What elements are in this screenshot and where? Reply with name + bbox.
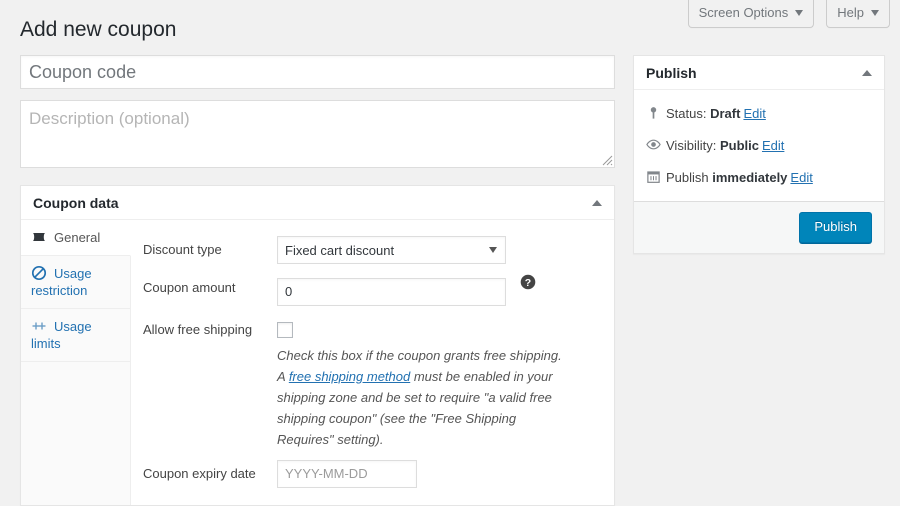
discount-type-select-wrap: Percentage discountFixed cart discountFi…: [277, 236, 506, 264]
allow-free-shipping-control: Check this box if the coupon grants free…: [277, 316, 602, 450]
expiry-date-label: Coupon expiry date: [143, 465, 256, 481]
screen-options-button[interactable]: Screen Options: [687, 0, 815, 28]
chevron-down-icon: [871, 9, 879, 16]
coupon-description-input[interactable]: [20, 100, 615, 168]
eye-icon: [646, 137, 666, 157]
panel-collapse-toggle-icon[interactable]: [862, 69, 872, 76]
coupon-amount-input[interactable]: [277, 277, 506, 306]
no-entry-icon: [31, 265, 47, 281]
publish-body: Status: Draft Edit Visibility: Public Edit: [634, 90, 884, 201]
discount-type-control: Percentage discountFixed cart discountFi…: [277, 236, 602, 264]
allow-free-shipping-description: Check this box if the coupon grants free…: [277, 345, 567, 450]
tab-general-label: General: [54, 230, 101, 245]
visibility-edit-link[interactable]: Edit: [762, 138, 784, 153]
coupon-data-body: General Usage restriction Usage limits D…: [21, 220, 614, 505]
expiry-date-control: [277, 459, 602, 488]
side-column: Publish Status: Draft Edit Visibility: P…: [633, 55, 885, 254]
help-icon[interactable]: ?: [520, 274, 536, 290]
visibility-label: Visibility:: [666, 138, 717, 153]
allow-free-shipping-checkbox[interactable]: [277, 321, 293, 338]
coupon-data-tabs: General Usage restriction Usage limits: [21, 220, 131, 505]
schedule-edit-link[interactable]: Edit: [790, 170, 812, 185]
coupon-data-title: Coupon data: [33, 194, 119, 211]
description-wrapper: [20, 100, 615, 168]
help-button[interactable]: Help: [826, 0, 890, 28]
screen-options-label: Screen Options: [698, 5, 789, 20]
visibility-value: Public: [719, 138, 759, 153]
discount-type-row: Discount type Percentage discountFixed c…: [131, 231, 614, 269]
visibility-row: Visibility: Public Edit: [646, 131, 872, 163]
schedule-text: Publish immediately Edit: [666, 169, 813, 187]
publish-button[interactable]: Publish: [799, 212, 872, 243]
coupon-code-input[interactable]: [20, 55, 615, 89]
discount-type-label: Discount type: [143, 242, 222, 257]
svg-text:?: ?: [524, 277, 530, 289]
discount-type-select[interactable]: Percentage discountFixed cart discountFi…: [277, 236, 506, 264]
coupon-data-panel: Coupon data General Usage restriction Us…: [20, 185, 615, 506]
schedule-row: Publish immediately Edit: [646, 163, 872, 195]
free-shipping-method-link[interactable]: free shipping method: [289, 369, 410, 384]
tab-usage-restriction[interactable]: Usage restriction: [21, 256, 130, 309]
panel-collapse-toggle-icon[interactable]: [592, 199, 602, 206]
visibility-text: Visibility: Public Edit: [666, 137, 784, 155]
coupon-amount-control: ?: [277, 274, 602, 306]
post-status-icon: [646, 105, 666, 125]
help-label: Help: [837, 5, 864, 20]
schedule-label: Publish: [666, 170, 709, 185]
status-text: Status: Draft Edit: [666, 105, 766, 123]
allow-free-shipping-label: Allow free shipping: [143, 321, 253, 337]
publish-panel: Publish Status: Draft Edit Visibility: P…: [633, 55, 885, 254]
status-edit-link[interactable]: Edit: [743, 106, 765, 121]
status-label: Status:: [666, 106, 707, 121]
expiry-date-input[interactable]: [277, 459, 417, 488]
coupon-amount-label: Coupon amount: [143, 280, 236, 295]
publish-header: Publish: [634, 56, 884, 90]
coupon-amount-row: Coupon amount ?: [131, 269, 614, 311]
status-value: Draft: [710, 106, 741, 121]
screen-meta-links: Screen Options Help: [687, 0, 890, 28]
limits-icon: [31, 318, 47, 334]
status-row: Status: Draft Edit: [646, 99, 872, 131]
chevron-down-icon: [795, 9, 804, 16]
tab-general[interactable]: General: [21, 220, 131, 256]
tab-usage-limits[interactable]: Usage limits: [21, 309, 130, 362]
main-column: Coupon data General: [20, 55, 615, 506]
publish-footer: Publish: [634, 201, 884, 253]
coupon-data-header: Coupon data: [21, 186, 614, 220]
calendar-icon: [646, 169, 666, 189]
schedule-value: immediately: [712, 170, 788, 185]
page-title: Add new coupon: [20, 18, 177, 41]
publish-panel-title: Publish: [646, 64, 697, 81]
allow-free-shipping-row: Allow free shipping Check this box if th…: [131, 311, 614, 455]
expiry-date-row: Coupon expiry date: [131, 455, 614, 493]
ticket-icon: [31, 229, 47, 245]
general-tab-panel: Discount type Percentage discountFixed c…: [131, 220, 614, 505]
